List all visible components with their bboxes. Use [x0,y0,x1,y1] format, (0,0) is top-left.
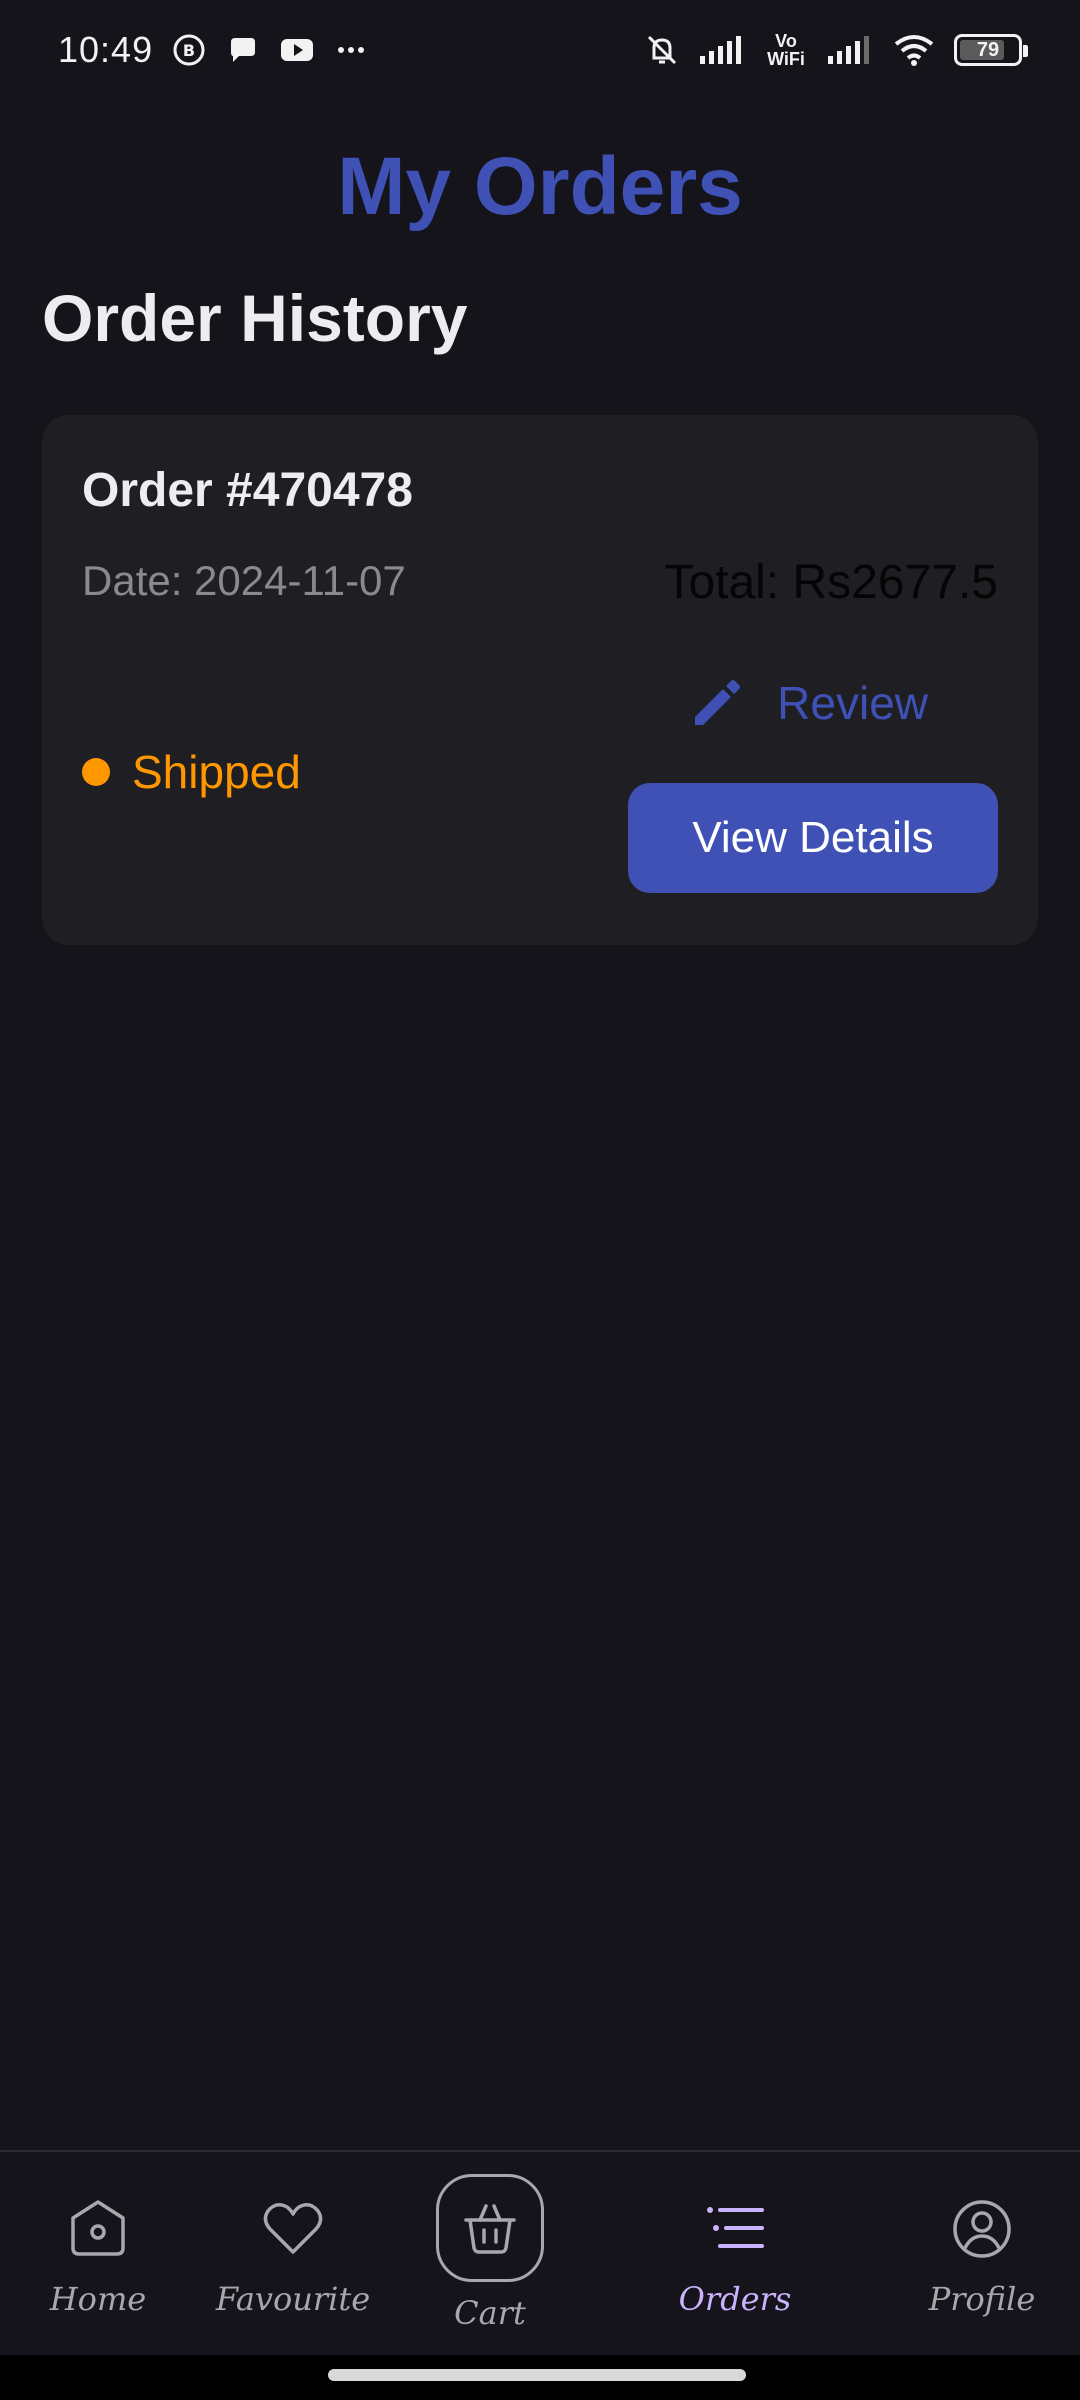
review-label: Review [777,677,928,729]
view-details-button[interactable]: View Details [628,783,998,893]
nav-item-favourite[interactable]: Favourite [215,2152,371,2357]
order-card: Order #470478 Date: 2024-11-07 Total: Rs… [42,415,1038,945]
order-number: Order #470478 [82,464,413,517]
wifi-icon [892,32,936,68]
signal-icon-secondary [826,32,874,68]
bottom-nav: Home Favourite Cart Orders Profile [0,2150,1080,2355]
status-bar-right: Vo WiFi 79 [644,31,1028,69]
nav-item-home[interactable]: Home [38,2152,158,2357]
screen: 10:49 B Vo WiFi 79 My Orders Order Histo… [0,0,1080,2400]
vowifi-indicator: Vo WiFi [767,31,805,69]
page-title: My Orders [337,141,743,232]
cart-button-frame [436,2174,544,2282]
nav-label-profile: Profile [928,2280,1036,2318]
status-bar-left: 10:49 B [58,29,369,71]
status-label: Shipped [132,746,301,798]
order-total: Total: Rs2677.5 [664,556,998,609]
nav-label-favourite: Favourite [215,2280,371,2318]
nav-item-profile[interactable]: Profile [920,2152,1044,2357]
nav-label-home: Home [49,2280,147,2318]
youtube-icon [279,32,315,68]
basket-icon [464,2204,516,2254]
status-time: 10:49 [58,29,154,70]
pencil-icon [695,680,741,725]
list-icon [702,2196,768,2262]
nav-item-orders[interactable]: Orders [670,2152,800,2357]
order-date: Date: 2024-11-07 [82,557,406,604]
svg-text:B: B [183,41,195,60]
status-bar: 10:49 B Vo WiFi 79 [0,0,1080,100]
heart-icon [260,2196,326,2262]
battery-level: 79 [976,38,1000,61]
chat-bubble-icon [225,32,261,68]
nav-label-cart: Cart [454,2294,526,2332]
section-title: Order History [42,281,468,355]
battery-icon: 79 [954,34,1028,66]
business-chat-icon: B [171,32,207,68]
nav-label-orders: Orders [678,2280,792,2318]
more-notifications-icon [333,32,369,68]
gesture-handle[interactable] [328,2369,746,2381]
status-dot-icon [82,758,110,786]
bell-muted-icon [644,32,680,68]
user-icon [949,2196,1015,2262]
gesture-bar-area [0,2355,1080,2400]
review-button[interactable]: Review [687,673,928,733]
order-status: Shipped [82,745,301,799]
home-icon [65,2196,131,2262]
nav-item-cart[interactable]: Cart [430,2152,550,2357]
signal-icon [698,32,746,68]
